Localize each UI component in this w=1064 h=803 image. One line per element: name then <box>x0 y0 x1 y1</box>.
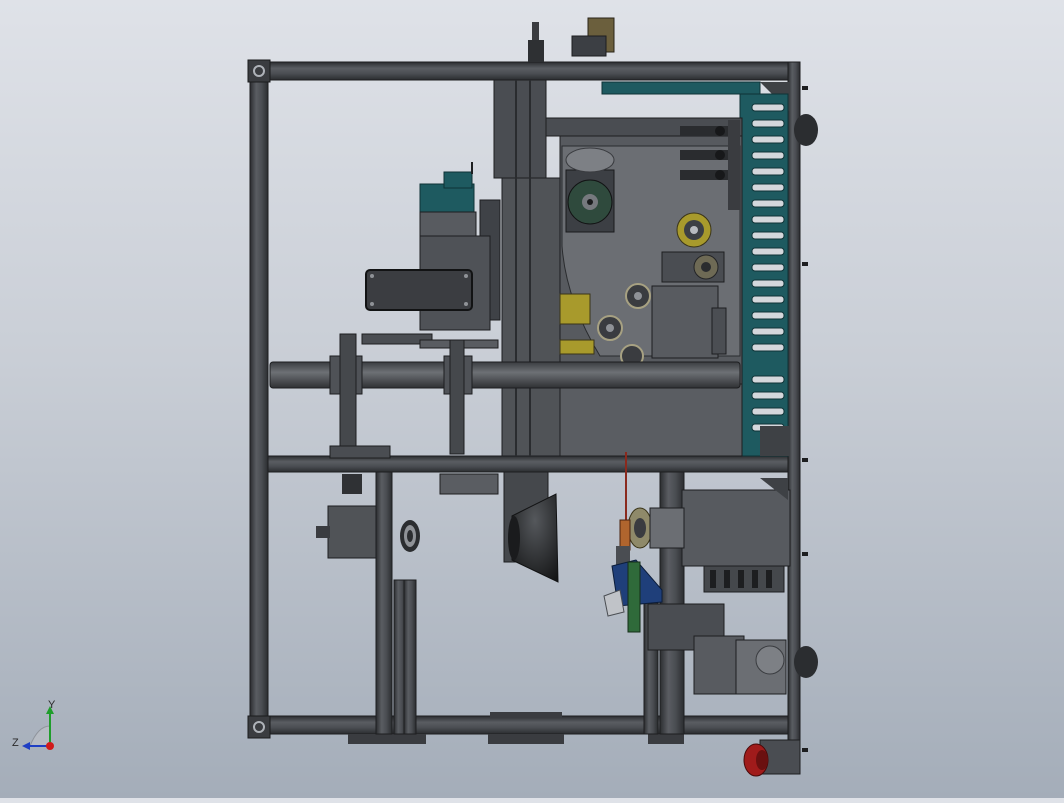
z-axis-label: Z <box>12 737 19 749</box>
triad-base-icon <box>29 725 51 747</box>
x-axis-icon <box>46 742 54 750</box>
right-motor-housing <box>681 489 791 567</box>
bottom-plate <box>490 712 562 718</box>
frame-top-rail <box>249 61 799 81</box>
frame-bottom-foot <box>648 734 684 744</box>
cable-chain-top-bracket <box>601 81 761 95</box>
lower-left-motor <box>316 471 499 735</box>
assembly-drawing: Y Z <box>12 17 818 777</box>
red-knob <box>743 743 769 777</box>
cable-chain-lower-corner <box>760 426 790 456</box>
cad-viewport[interactable]: Y Z <box>0 0 1064 798</box>
frame-corner-block-bottom-left <box>247 715 271 739</box>
top-sensor-base <box>571 35 607 57</box>
control-box <box>365 269 473 311</box>
frame-bottom-rail <box>249 715 799 735</box>
cable-chain-slots <box>751 103 785 432</box>
brass-coupling-icon <box>627 507 653 549</box>
top-mount <box>528 17 615 62</box>
slide-column-upper <box>493 79 547 179</box>
fitting-icon <box>715 126 725 136</box>
vertical-slide <box>493 79 561 563</box>
tensioner <box>661 251 725 283</box>
support-post <box>449 339 465 455</box>
frame-corner-block-top-left <box>247 59 271 83</box>
frame-bottom-foot <box>348 734 426 744</box>
yellow-carriage <box>559 339 595 355</box>
yellow-bearing <box>676 212 712 248</box>
top-rod-base <box>528 40 544 62</box>
y-axis-label: Y <box>48 699 56 711</box>
cable-chain-body <box>739 93 789 457</box>
servo-flange <box>565 147 615 233</box>
fitting-icon <box>715 170 725 180</box>
axis-triad[interactable]: Y Z <box>12 699 56 750</box>
yellow-carriage <box>559 293 591 325</box>
coupling-icon <box>400 520 420 552</box>
lower-plate <box>559 383 743 457</box>
frame-left-post <box>249 61 269 735</box>
frame-bottom-foot <box>488 734 564 744</box>
right-end-cap <box>794 646 818 678</box>
gear-motor <box>651 285 727 359</box>
right-end-cap <box>794 114 818 146</box>
support-post <box>339 333 357 455</box>
left-motor-body <box>327 505 377 559</box>
fitting-icon <box>715 150 725 160</box>
